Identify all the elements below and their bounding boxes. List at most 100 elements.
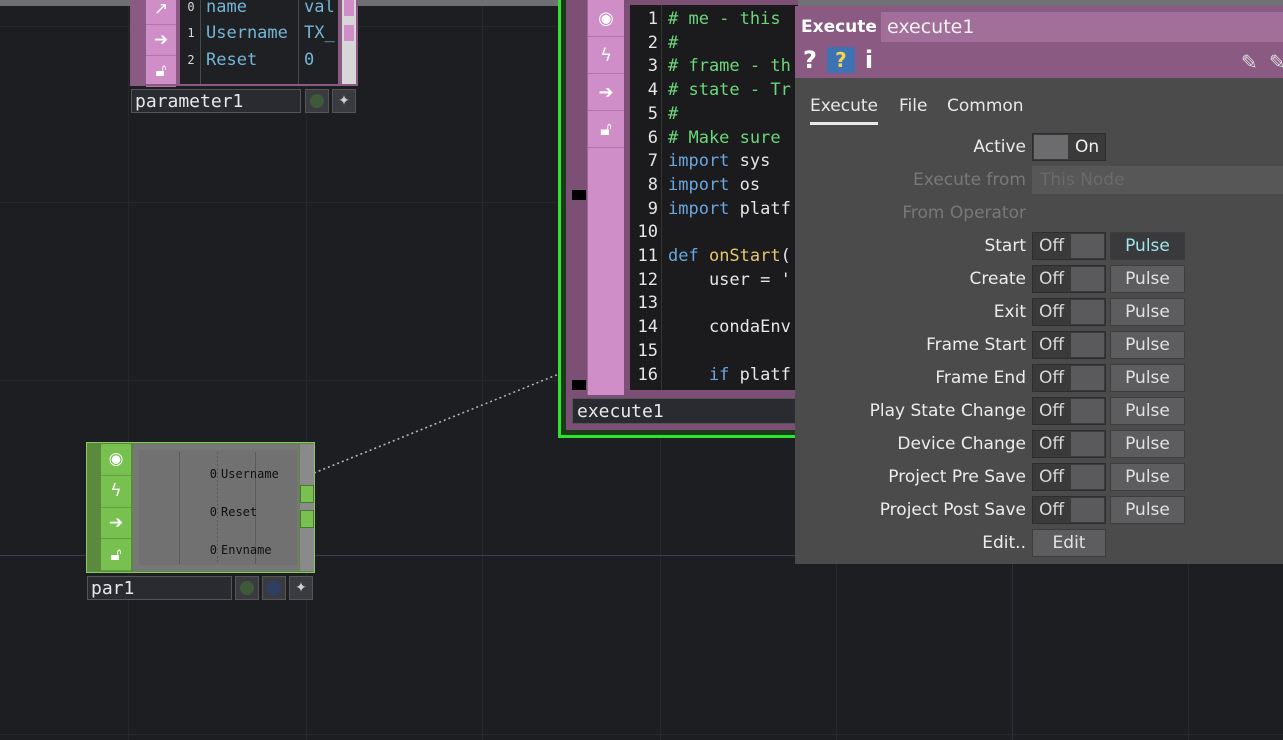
viewer-toggle-button[interactable] bbox=[235, 576, 259, 600]
python-help-icon[interactable]: ? bbox=[826, 47, 855, 73]
code-line: user = ' bbox=[668, 269, 791, 290]
line-number: 10 bbox=[637, 222, 658, 243]
off-toggle[interactable]: Off bbox=[1032, 331, 1106, 359]
param-row: Frame End Off Pulse bbox=[795, 364, 1283, 392]
tab-execute[interactable]: Execute bbox=[810, 96, 878, 125]
param-label: Device Change bbox=[897, 434, 1026, 454]
arrow-right-icon[interactable]: ➔ bbox=[588, 74, 624, 111]
viewer-toggle-button[interactable] bbox=[305, 89, 329, 113]
lock-icon[interactable]: 🔓︎ bbox=[146, 56, 176, 87]
info-icon[interactable]: i bbox=[865, 46, 873, 74]
pulse-button[interactable]: Pulse bbox=[1110, 364, 1185, 392]
param-label: Start bbox=[984, 236, 1026, 256]
viewer-icon[interactable]: ◉ bbox=[588, 0, 624, 37]
param-row: Device Change Off Pulse bbox=[795, 430, 1283, 458]
active-toggle[interactable]: On bbox=[1032, 133, 1106, 161]
code-line: def onStart( bbox=[668, 246, 791, 266]
pulse-button[interactable]: Pulse bbox=[1110, 430, 1185, 458]
table-row: 1 Username TX_ bbox=[187, 23, 335, 43]
code-line: # bbox=[668, 103, 679, 124]
operator-name-field[interactable]: execute1 bbox=[881, 12, 1283, 42]
param-label: Project Post Save bbox=[879, 500, 1026, 520]
line-number: 4 bbox=[647, 80, 658, 101]
table-row: 2 Reset 0 bbox=[187, 50, 315, 70]
line-number: 5 bbox=[647, 103, 658, 124]
arrow-right-icon[interactable]: ➔ bbox=[146, 25, 176, 56]
pulse-button[interactable]: Pulse bbox=[1110, 298, 1185, 326]
parameter1-name-label[interactable]: parameter1 bbox=[131, 89, 301, 113]
line-number: 12 bbox=[637, 269, 658, 290]
param-row: Project Pre Save Off Pulse bbox=[795, 463, 1283, 491]
param-row: Play State Change Off Pulse bbox=[795, 397, 1283, 425]
line-number: 15 bbox=[637, 340, 658, 361]
tab-file[interactable]: File bbox=[899, 96, 927, 122]
channel-row: 0 Reset bbox=[209, 505, 258, 519]
pulse-button[interactable]: Pulse bbox=[1110, 232, 1185, 260]
viewer-icon[interactable]: ↗ bbox=[146, 0, 176, 25]
pulse-button[interactable]: Pulse bbox=[1110, 397, 1185, 425]
table-row: 0 name val bbox=[187, 0, 335, 17]
parameter1-scrollbar[interactable] bbox=[342, 0, 356, 84]
edit-button[interactable]: Edit bbox=[1032, 529, 1106, 557]
param-row: Start Off Pulse bbox=[795, 232, 1283, 260]
param-row: Frame Start Off Pulse bbox=[795, 331, 1283, 359]
help-icon[interactable]: ? bbox=[803, 46, 817, 74]
param-label: Active bbox=[973, 137, 1026, 157]
parameter-dialog: Execute execute1 ? ? i ✎ ✎ Execute File … bbox=[795, 6, 1283, 564]
input-connector[interactable] bbox=[572, 190, 586, 200]
param-label: Exit bbox=[993, 302, 1026, 322]
pulse-button[interactable]: Pulse bbox=[1110, 496, 1185, 524]
execute1-name-label[interactable]: execute1 bbox=[572, 398, 798, 424]
line-number: 9 bbox=[647, 198, 658, 219]
output-connector[interactable] bbox=[300, 485, 314, 503]
off-toggle[interactable]: Off bbox=[1032, 364, 1106, 392]
pin-icon[interactable]: ✦ bbox=[332, 89, 356, 113]
comment-icon[interactable]: ✎ bbox=[1269, 50, 1283, 74]
code-line: # state - Tr bbox=[668, 80, 791, 101]
parameter1-icon-strip: ↗ ➔ 🔓︎ bbox=[146, 0, 176, 87]
param-label: Frame Start bbox=[926, 335, 1026, 355]
line-number: 6 bbox=[647, 127, 658, 148]
pulse-button[interactable]: Pulse bbox=[1110, 331, 1185, 359]
execute-from-menu[interactable]: This Node bbox=[1032, 166, 1283, 194]
pulse-button[interactable]: Pulse bbox=[1110, 265, 1185, 293]
off-toggle[interactable]: Off bbox=[1032, 496, 1106, 524]
lock-icon[interactable]: 🔓︎ bbox=[588, 111, 624, 148]
off-toggle[interactable]: Off bbox=[1032, 298, 1106, 326]
par1-name-label[interactable]: par1 bbox=[87, 576, 232, 600]
output-connector[interactable] bbox=[300, 510, 314, 528]
off-toggle[interactable]: Off bbox=[1032, 232, 1106, 260]
line-number: 1 bbox=[647, 9, 658, 29]
line-number: 3 bbox=[647, 56, 658, 77]
off-toggle[interactable]: Off bbox=[1032, 397, 1106, 425]
par1-output-bar bbox=[300, 444, 314, 571]
activity-icon[interactable]: ϟ bbox=[101, 476, 131, 508]
param-label: Execute from bbox=[913, 170, 1026, 190]
code-line: import sys bbox=[668, 151, 771, 172]
pulse-button[interactable]: Pulse bbox=[1110, 463, 1185, 491]
code-line: import platf bbox=[668, 198, 791, 219]
arrow-right-icon[interactable]: ➔ bbox=[101, 508, 131, 540]
activity-icon[interactable]: ϟ bbox=[588, 37, 624, 74]
viewer-icon[interactable]: ◉ bbox=[101, 444, 131, 476]
param-row: Exit Off Pulse bbox=[795, 298, 1283, 326]
line-number: 7 bbox=[647, 151, 658, 172]
tab-common[interactable]: Common bbox=[947, 96, 1024, 122]
lock-icon[interactable]: 🔓︎ bbox=[101, 539, 131, 571]
channel-row: 0 Username bbox=[209, 467, 279, 481]
display-toggle-button[interactable] bbox=[262, 576, 286, 600]
pin-icon[interactable]: ✦ bbox=[289, 576, 313, 600]
par1-icon-strip: ◉ ϟ ➔ 🔓︎ bbox=[101, 444, 131, 571]
input-connector[interactable] bbox=[572, 380, 586, 390]
execute1-icon-strip: ◉ ϟ ➔ 🔓︎ bbox=[587, 0, 624, 395]
param-row: Create Off Pulse bbox=[795, 265, 1283, 293]
off-toggle[interactable]: Off bbox=[1032, 430, 1106, 458]
param-label: Frame End bbox=[935, 368, 1026, 388]
code-viewer[interactable]: 1 # me - this 2 #3 # frame - th 4 # state - Tr… bbox=[630, 5, 798, 390]
edit-pencil-icon[interactable]: ✎ bbox=[1241, 50, 1258, 74]
off-toggle[interactable]: Off bbox=[1032, 463, 1106, 491]
off-toggle[interactable]: Off bbox=[1032, 265, 1106, 293]
channel-row: 0 Envname bbox=[209, 543, 272, 557]
code-line: # frame - th bbox=[668, 56, 791, 77]
operator-type: Execute bbox=[801, 17, 877, 37]
